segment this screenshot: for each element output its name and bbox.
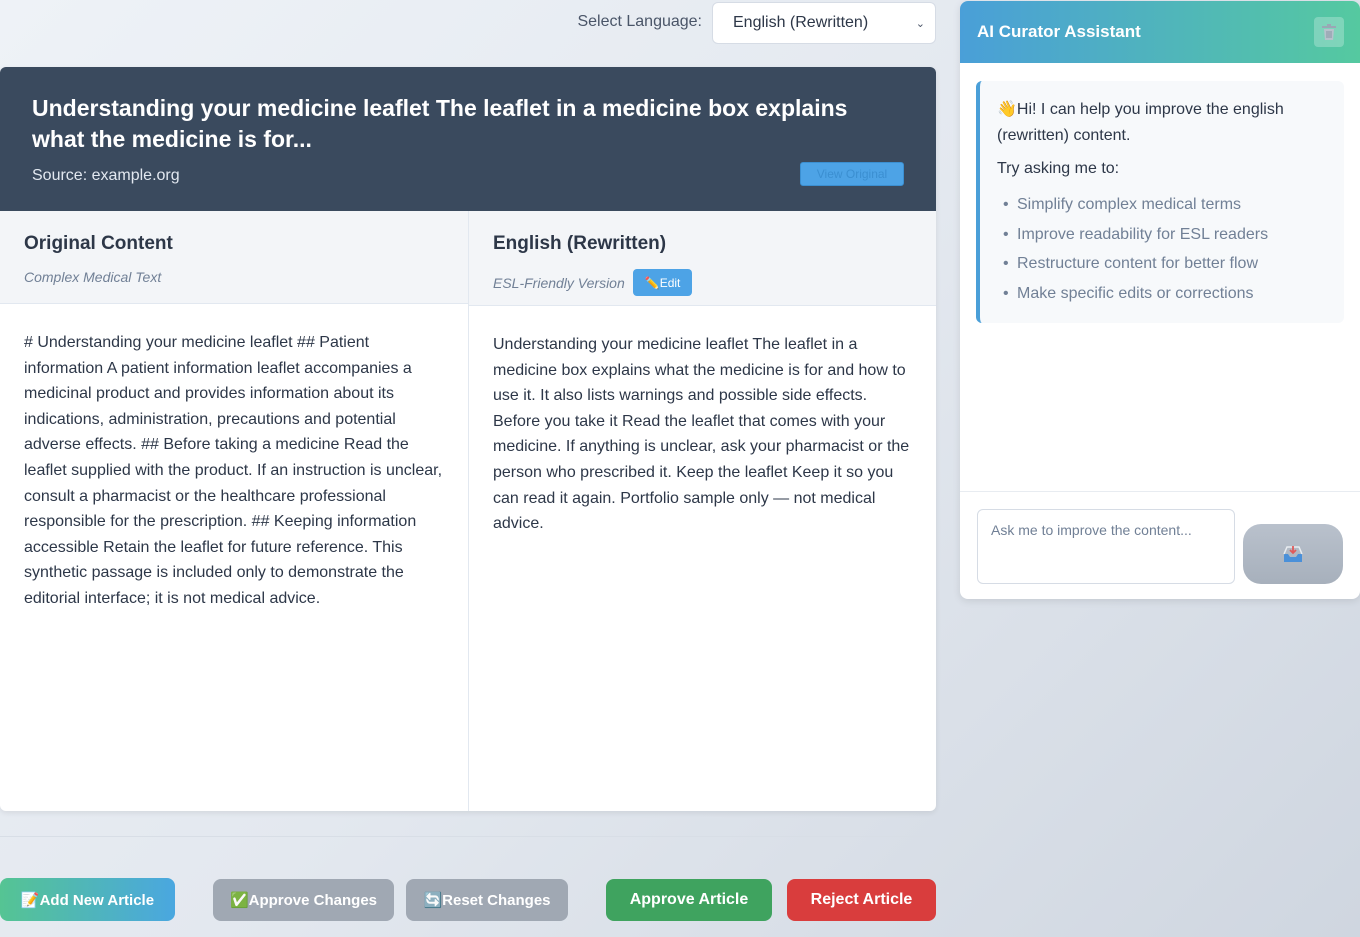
article-source: Source: example.org	[32, 167, 180, 184]
assistant-input-area: Ask me to improve the content...	[960, 491, 1360, 599]
article-card: Understanding your medicine leaflet The …	[0, 67, 936, 811]
assistant-messages: 👋Hi! I can help you improve the english …	[960, 63, 1360, 491]
original-content-title: Original Content	[24, 233, 173, 254]
ai-assistant-panel: AI Curator Assistant 👋Hi! I can help you…	[960, 1, 1360, 599]
rewritten-content-subtitle: ESL-Friendly Version ✏️Edit	[493, 269, 912, 296]
original-subtitle-text: Complex Medical Text	[24, 269, 162, 285]
rewritten-content-text: Understanding your medicine leaflet The …	[493, 336, 910, 533]
approve-changes-button[interactable]: ✅Approve Changes	[213, 879, 394, 921]
article-title: Understanding your medicine leaflet The …	[32, 95, 848, 152]
assistant-greeting: 👋Hi! I can help you improve the english …	[997, 101, 1284, 144]
suggestion-item: Improve readability for ESL readers	[997, 220, 1328, 250]
content-columns: Original Content Complex Medical Text # …	[0, 211, 936, 811]
assistant-title: AI Curator Assistant	[977, 22, 1141, 41]
suggestion-item: Restructure content for better flow	[997, 249, 1328, 279]
rewritten-content-header: English (Rewritten) ESL-Friendly Version…	[469, 211, 936, 306]
rewritten-content-title: English (Rewritten)	[493, 233, 667, 254]
language-selected-value: English (Rewritten)	[733, 14, 869, 31]
rewritten-subtitle-text: ESL-Friendly Version	[493, 274, 625, 291]
assistant-header: AI Curator Assistant	[960, 1, 1360, 63]
view-original-button[interactable]: View Original	[800, 162, 904, 186]
trash-icon	[1322, 24, 1336, 40]
original-content-text: # Understanding your medicine leaflet ##…	[24, 334, 443, 607]
add-new-article-button[interactable]: 📝Add New Article	[0, 878, 175, 921]
rewritten-content-panel: English (Rewritten) ESL-Friendly Version…	[468, 211, 936, 811]
reset-changes-button[interactable]: 🔄Reset Changes	[406, 879, 568, 921]
approve-article-button[interactable]: Approve Article	[606, 879, 772, 921]
article-header: Understanding your medicine leaflet The …	[0, 67, 936, 211]
inbox-tray-icon	[1283, 546, 1303, 562]
original-content-header: Original Content Complex Medical Text	[0, 211, 468, 304]
assistant-welcome-message: 👋Hi! I can help you improve the english …	[976, 81, 1344, 323]
assistant-chat-input[interactable]: Ask me to improve the content...	[977, 509, 1235, 584]
language-select[interactable]: English (Rewritten) ⌄	[712, 2, 936, 44]
original-content-panel: Original Content Complex Medical Text # …	[0, 211, 468, 811]
edit-button[interactable]: ✏️Edit	[632, 269, 693, 296]
language-label: Select Language:	[577, 13, 702, 30]
original-content-subtitle: Complex Medical Text	[24, 269, 444, 285]
reject-article-button[interactable]: Reject Article	[787, 879, 936, 921]
suggestion-item: Make specific edits or corrections	[997, 279, 1328, 309]
suggestion-item: Simplify complex medical terms	[997, 190, 1328, 220]
send-button[interactable]	[1243, 524, 1343, 584]
chevron-down-icon: ⌄	[915, 17, 925, 30]
action-divider	[0, 836, 936, 837]
suggestion-list: Simplify complex medical terms Improve r…	[997, 190, 1328, 309]
clear-chat-button[interactable]	[1314, 17, 1344, 47]
assistant-prompt: Try asking me to:	[997, 160, 1120, 177]
language-bar: Select Language: English (Rewritten) ⌄	[0, 0, 936, 44]
